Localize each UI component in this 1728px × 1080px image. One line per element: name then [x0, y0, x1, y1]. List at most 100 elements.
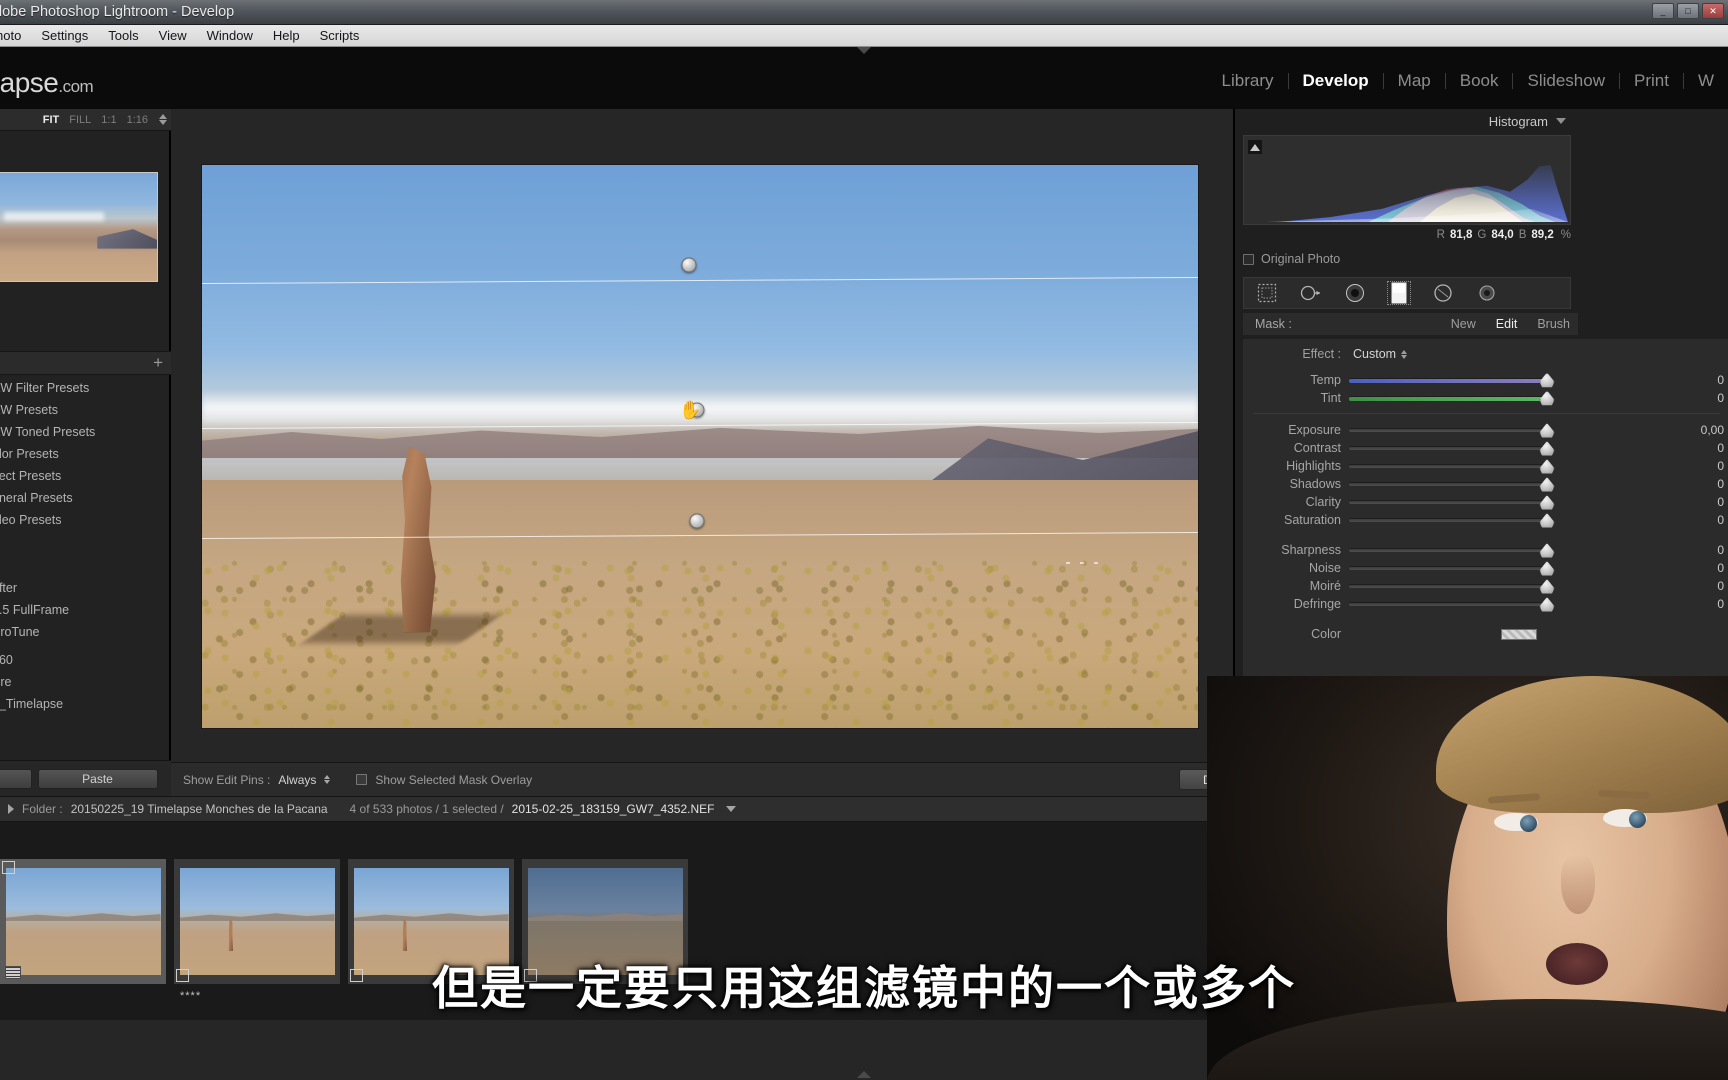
preset-item-pre[interactable]: Pre [0, 671, 171, 693]
slider-track-contrast[interactable] [1349, 441, 1555, 456]
menu-item-window[interactable]: Window [197, 26, 263, 45]
shadow-clipping-icon[interactable] [1248, 140, 1262, 154]
preset-item-protune[interactable]: ProTune [0, 621, 171, 643]
module-print[interactable]: Print [1620, 71, 1683, 91]
slider-moire[interactable]: Moiré 0 [1243, 577, 1728, 595]
slider-knob-sharpness[interactable] [1539, 543, 1555, 558]
zoom-level-fit[interactable]: FIT [43, 114, 60, 126]
slider-exposure[interactable]: Exposure 0,00 [1243, 421, 1728, 439]
graduated-filter-icon[interactable] [1387, 281, 1411, 305]
slider-track-sharpness[interactable] [1349, 543, 1555, 558]
mask-grid-icon[interactable] [1256, 282, 1278, 304]
edit-pin-1[interactable] [681, 257, 697, 273]
slider-highlights[interactable]: Highlights 0 [1243, 457, 1728, 475]
slider-track-tint[interactable] [1349, 390, 1555, 406]
folder-name[interactable]: 20150225_19 Timelapse Monches de la Paca… [71, 802, 328, 816]
radial-filter-icon[interactable] [1432, 282, 1454, 304]
slider-track-highlights[interactable] [1349, 459, 1555, 474]
slider-knob-highlights[interactable] [1539, 459, 1555, 474]
module-library[interactable]: Library [1208, 71, 1288, 91]
menu-item-settings[interactable]: Settings [31, 26, 98, 45]
chevron-down-icon[interactable] [1556, 118, 1566, 124]
mask-brush-button[interactable]: Brush [1537, 317, 1570, 331]
slider-track-saturation[interactable] [1349, 513, 1555, 528]
add-preset-icon[interactable]: + [153, 354, 163, 371]
preset-group-bw-filter[interactable]: &W Filter Presets [0, 377, 171, 399]
filename-chevron-down-icon[interactable] [726, 806, 737, 812]
effect-stepper-icon[interactable] [1401, 349, 1408, 359]
zoom-stepper-icon[interactable] [159, 114, 167, 125]
top-panel-grip[interactable] [857, 47, 871, 54]
slider-track-clarity[interactable] [1349, 495, 1555, 510]
slider-track-moire[interactable] [1349, 579, 1555, 594]
histogram-panel[interactable] [1243, 135, 1571, 225]
slider-saturation[interactable]: Saturation 0 [1243, 511, 1728, 529]
slider-temp[interactable]: Temp 0 [1243, 371, 1728, 389]
radial-drag-icon[interactable] [1300, 282, 1322, 304]
color-range-icon[interactable] [1476, 282, 1498, 304]
slider-track-defringe[interactable] [1349, 597, 1555, 612]
original-photo-row[interactable]: Original Photo [1243, 249, 1571, 269]
color-row[interactable]: Color [1243, 625, 1728, 643]
photo-canvas[interactable]: ✋ [202, 165, 1198, 728]
slider-defringe[interactable]: Defringe 0 [1243, 595, 1728, 613]
module-book[interactable]: Book [1446, 71, 1513, 91]
navigator-preview[interactable] [0, 172, 158, 282]
zoom-level-fill[interactable]: FILL [69, 114, 91, 126]
slider-knob-moire[interactable] [1539, 579, 1555, 594]
slider-knob-exposure[interactable] [1539, 423, 1555, 438]
bottom-panel-grip[interactable] [857, 1071, 871, 1078]
preset-group-bw[interactable]: &W Presets [0, 399, 171, 421]
edit-pin-3[interactable] [689, 513, 705, 529]
slider-clarity[interactable]: Clarity 0 [1243, 493, 1728, 511]
paste-button[interactable]: Paste [37, 768, 158, 789]
preset-item-360[interactable]: 360 [0, 649, 171, 671]
module-map[interactable]: Map [1384, 71, 1445, 91]
slider-knob-temp[interactable] [1539, 372, 1555, 388]
zoom-level-1to16[interactable]: 1:16 [127, 114, 148, 126]
filmstrip-source-icon[interactable] [8, 804, 14, 814]
slider-knob-noise[interactable] [1539, 561, 1555, 576]
slider-noise[interactable]: Noise 0 [1243, 559, 1728, 577]
preset-item-timelapse[interactable]: n_Timelapse [0, 693, 171, 715]
slider-track-exposure[interactable] [1349, 423, 1555, 438]
show-mask-overlay-checkbox[interactable] [356, 774, 368, 785]
show-edit-pins-stepper-icon[interactable] [324, 775, 331, 784]
preset-group-effect[interactable]: ffect Presets [0, 465, 171, 487]
preset-group-general[interactable]: eneral Presets [0, 487, 171, 509]
slider-knob-clarity[interactable] [1539, 495, 1555, 510]
show-edit-pins-value[interactable]: Always [278, 773, 316, 787]
preset-group-bw-toned[interactable]: &W Toned Presets [0, 421, 171, 443]
mask-edit-button[interactable]: Edit [1496, 317, 1518, 331]
slider-knob-shadows[interactable] [1539, 477, 1555, 492]
slider-knob-saturation[interactable] [1539, 513, 1555, 528]
slider-track-noise[interactable] [1349, 561, 1555, 576]
slider-knob-defringe[interactable] [1539, 597, 1555, 612]
current-filename[interactable]: 2015-02-25_183159_GW7_4352.NEF [512, 802, 715, 816]
preset-item-softer[interactable]: ofter [0, 577, 171, 599]
module-slideshow[interactable]: Slideshow [1513, 71, 1619, 91]
menu-item-scripts[interactable]: Scripts [310, 26, 370, 45]
module-develop[interactable]: Develop [1289, 71, 1383, 91]
maximize-button[interactable]: □ [1677, 3, 1699, 19]
preset-item-fullframe[interactable]: 0.5 FullFrame [0, 599, 171, 621]
menu-item-photo[interactable]: hoto [0, 26, 31, 45]
copy-button[interactable] [0, 768, 32, 789]
slider-knob-contrast[interactable] [1539, 441, 1555, 456]
mask-new-button[interactable]: New [1451, 317, 1476, 331]
slider-knob-tint[interactable] [1539, 390, 1555, 406]
slider-contrast[interactable]: Contrast 0 [1243, 439, 1728, 457]
preset-group-color[interactable]: olor Presets [0, 443, 171, 465]
slider-tint[interactable]: Tint 0 [1243, 389, 1728, 407]
slider-sharpness[interactable]: Sharpness 0 [1243, 541, 1728, 559]
minimize-button[interactable]: _ [1652, 3, 1674, 19]
color-swatch[interactable] [1501, 628, 1537, 640]
zoom-level-1to1[interactable]: 1:1 [101, 114, 116, 126]
brush-icon[interactable] [1344, 282, 1366, 304]
menu-item-help[interactable]: Help [263, 26, 310, 45]
effect-value[interactable]: Custom [1353, 347, 1396, 361]
slider-shadows[interactable]: Shadows 0 [1243, 475, 1728, 493]
original-photo-checkbox[interactable] [1243, 253, 1254, 265]
close-button[interactable]: ✕ [1702, 3, 1724, 19]
module-web[interactable]: W [1684, 71, 1728, 91]
